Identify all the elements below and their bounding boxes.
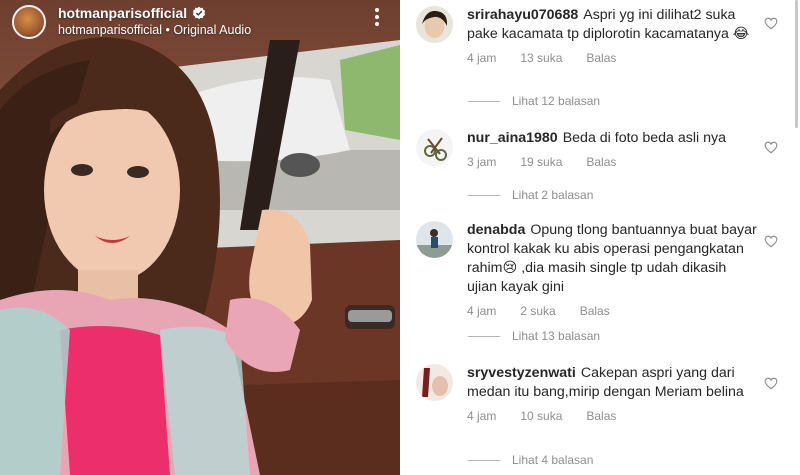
- view-replies-button[interactable]: Lihat 12 balasan: [468, 94, 600, 108]
- view-replies-button[interactable]: Lihat 4 balasan: [468, 453, 593, 467]
- reel-author[interactable]: hotmanparisofficial: [58, 5, 206, 21]
- reply-button[interactable]: Balas: [586, 155, 616, 169]
- comment-likes[interactable]: 19 suka: [520, 155, 562, 169]
- comment-likes[interactable]: 2 suka: [520, 304, 555, 318]
- comment-text-block: denabda Opung tlong bantuannya buat bayar…: [467, 221, 757, 297]
- reply-button[interactable]: Balas: [580, 304, 610, 318]
- comment-time[interactable]: 3 jam: [467, 155, 496, 169]
- comment-likes[interactable]: 13 suka: [520, 51, 562, 65]
- reply-button[interactable]: Balas: [586, 409, 616, 423]
- verified-badge-icon: [193, 6, 206, 20]
- comment-meta: 4 jam 13 suka Balas: [467, 51, 757, 65]
- comment-time[interactable]: 4 jam: [467, 409, 496, 423]
- view-replies-label[interactable]: Lihat 12 balasan: [512, 94, 600, 108]
- comment-text-block: sryvestyzenwati Cakepan aspri yang dari m…: [467, 364, 757, 402]
- reply-button[interactable]: Balas: [586, 51, 616, 65]
- view-replies-label[interactable]: Lihat 2 balasan: [512, 188, 593, 202]
- comment-username[interactable]: srirahayu070688: [467, 7, 578, 23]
- comment-text: Beda di foto beda asli nya: [562, 130, 726, 146]
- reel-video-frame: [0, 37, 400, 475]
- view-replies-label[interactable]: Lihat 4 balasan: [512, 453, 593, 467]
- comment-time[interactable]: 4 jam: [467, 51, 496, 65]
- comment-text-block: srirahayu070688 Aspri yg ini dilihat2 suk…: [467, 6, 757, 44]
- commenter-avatar[interactable]: [416, 221, 453, 258]
- heart-icon[interactable]: [764, 141, 778, 154]
- view-replies-label[interactable]: Lihat 13 balasan: [512, 329, 600, 343]
- comment-meta: 4 jam 10 suka Balas: [467, 409, 757, 423]
- heart-icon[interactable]: [764, 17, 778, 30]
- comments-panel: srirahayu070688 Aspri yg ini dilihat2 suk…: [400, 0, 800, 475]
- view-replies-button[interactable]: Lihat 2 balasan: [468, 188, 593, 202]
- commenter-avatar[interactable]: [416, 129, 453, 166]
- scrollbar[interactable]: [795, 0, 798, 128]
- reel-header: hotmanparisofficial hotmanparisofficial …: [12, 2, 390, 44]
- comment-username[interactable]: sryvestyzenwati: [467, 365, 576, 381]
- comment-text-block: nur_aina1980 Beda di foto beda asli nya: [467, 129, 757, 148]
- comment-username[interactable]: nur_aina1980: [467, 130, 558, 146]
- reel-video[interactable]: hotmanparisofficial hotmanparisofficial …: [0, 0, 400, 475]
- heart-icon[interactable]: [764, 377, 778, 390]
- comment-meta: 4 jam 2 suka Balas: [467, 304, 757, 318]
- replies-divider: [468, 194, 500, 196]
- reel-author-username[interactable]: hotmanparisofficial: [58, 5, 187, 21]
- replies-divider: [468, 459, 500, 461]
- replies-divider: [468, 335, 500, 337]
- heart-icon[interactable]: [764, 235, 778, 248]
- view-replies-button[interactable]: Lihat 13 balasan: [468, 329, 600, 343]
- commenter-avatar[interactable]: [416, 364, 453, 401]
- reel-audio-subtitle[interactable]: hotmanparisofficial • Original Audio: [58, 23, 251, 37]
- comment-meta: 3 jam 19 suka Balas: [467, 155, 757, 169]
- more-options-icon[interactable]: [374, 8, 380, 30]
- reel-author-avatar[interactable]: [12, 5, 46, 39]
- comment-time[interactable]: 4 jam: [467, 304, 496, 318]
- commenter-avatar[interactable]: [416, 6, 453, 43]
- replies-divider: [468, 100, 500, 102]
- comment-likes[interactable]: 10 suka: [520, 409, 562, 423]
- comment-username[interactable]: denabda: [467, 222, 525, 238]
